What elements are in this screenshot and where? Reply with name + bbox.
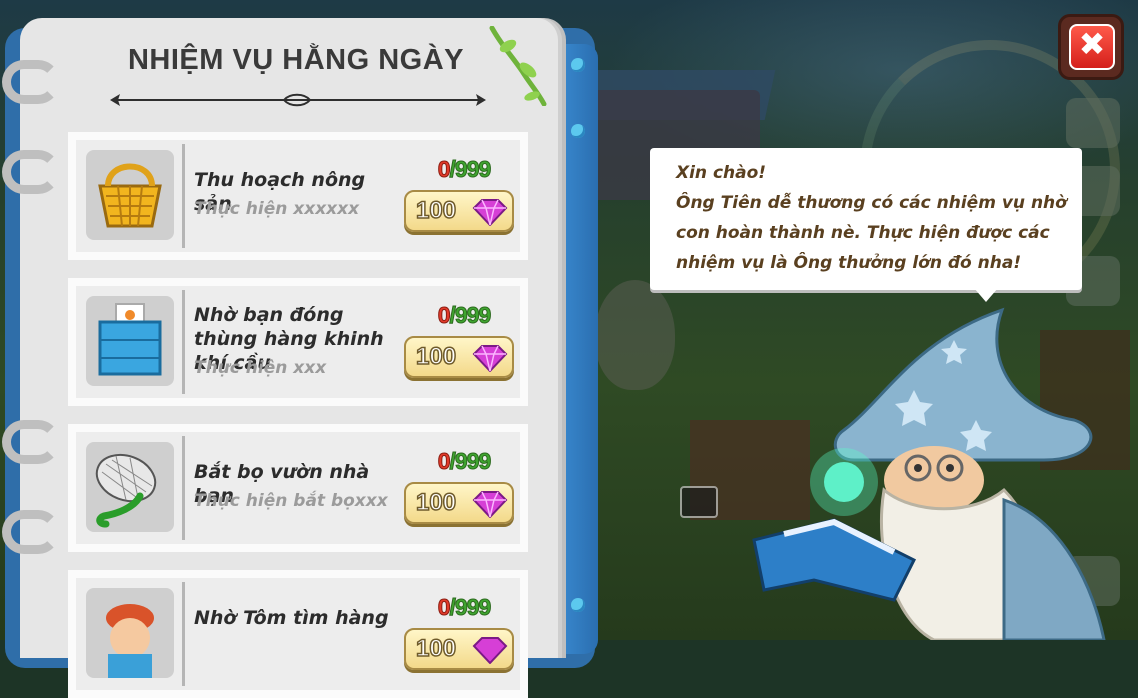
reward-amount: 100 xyxy=(415,634,457,663)
reward-amount: 100 xyxy=(415,488,457,517)
task-card: Bắt bọ vườn nhà bạn Thực hiện bắt bọxxx … xyxy=(68,424,528,552)
hot-air-balloon xyxy=(595,280,675,390)
progress-current: 0 xyxy=(437,302,451,329)
reward-amount: 100 xyxy=(415,342,457,371)
task-description: Thực hiện xxxxxx xyxy=(194,199,360,219)
card-separator xyxy=(182,582,185,686)
purple-gem-icon xyxy=(472,345,508,372)
crate-icon xyxy=(86,296,174,386)
binder-ring xyxy=(2,60,60,104)
card-separator xyxy=(182,290,185,394)
panel-title: NHIỆM VỤ HẰNG NGÀY xyxy=(127,44,465,76)
tom-character-icon xyxy=(86,588,174,678)
task-card: Nhờ bạn đóng thùng hàng khinh khí cầu Th… xyxy=(68,278,528,406)
task-description: Thực hiện bắt bọxxx xyxy=(194,491,388,511)
progress-total: /999 xyxy=(449,594,492,621)
speech-bubble: Xin chào! Ông Tiên dễ thương có các nhiệ… xyxy=(650,148,1082,290)
progress-total: /999 xyxy=(449,448,492,475)
progress-current: 0 xyxy=(437,594,451,621)
bug-net-icon xyxy=(86,442,174,532)
reward-button[interactable]: 100 xyxy=(404,628,514,670)
task-card: Nhờ Tôm tìm hàng 0/999 100 xyxy=(68,570,528,698)
task-progress: 0/999 xyxy=(424,302,504,329)
close-icon[interactable]: ✖ xyxy=(1071,25,1113,63)
title-divider xyxy=(110,93,486,107)
reward-amount: 100 xyxy=(415,196,457,225)
close-button-face[interactable]: ✖ xyxy=(1069,24,1115,70)
reward-button[interactable]: 100 xyxy=(404,190,514,232)
progress-current: 0 xyxy=(437,156,451,183)
task-progress: 0/999 xyxy=(424,594,504,621)
binder-ring xyxy=(2,420,60,464)
stud xyxy=(571,58,585,72)
task-card: Thu hoạch nông sản Thực hiện xxxxxx 0/99… xyxy=(68,132,528,260)
binder-ring xyxy=(2,150,60,194)
task-progress: 0/999 xyxy=(424,448,504,475)
reward-button[interactable]: 100 xyxy=(404,482,514,524)
purple-gem-icon xyxy=(472,491,508,518)
progress-current: 0 xyxy=(437,448,451,475)
stud xyxy=(571,598,585,612)
basket-icon xyxy=(86,150,174,240)
task-description: Thực hiện xxx xyxy=(194,358,327,378)
card-separator xyxy=(182,436,185,540)
progress-total: /999 xyxy=(449,302,492,329)
purple-gem-icon xyxy=(472,199,508,226)
wizard-character xyxy=(752,307,1106,640)
signboard xyxy=(680,486,718,518)
reward-button[interactable]: 100 xyxy=(404,336,514,378)
stud xyxy=(571,124,585,138)
close-button[interactable]: ✖ xyxy=(1058,14,1124,80)
side-friends-button[interactable] xyxy=(1066,98,1120,148)
card-separator xyxy=(182,144,185,248)
progress-total: /999 xyxy=(449,156,492,183)
task-name: Nhờ Tôm tìm hàng xyxy=(194,607,389,629)
purple-gem-icon xyxy=(472,637,508,664)
speech-text: Xin chào! Ông Tiên dễ thương có các nhiệ… xyxy=(676,163,1067,273)
task-progress: 0/999 xyxy=(424,156,504,183)
binder-ring xyxy=(2,510,60,554)
